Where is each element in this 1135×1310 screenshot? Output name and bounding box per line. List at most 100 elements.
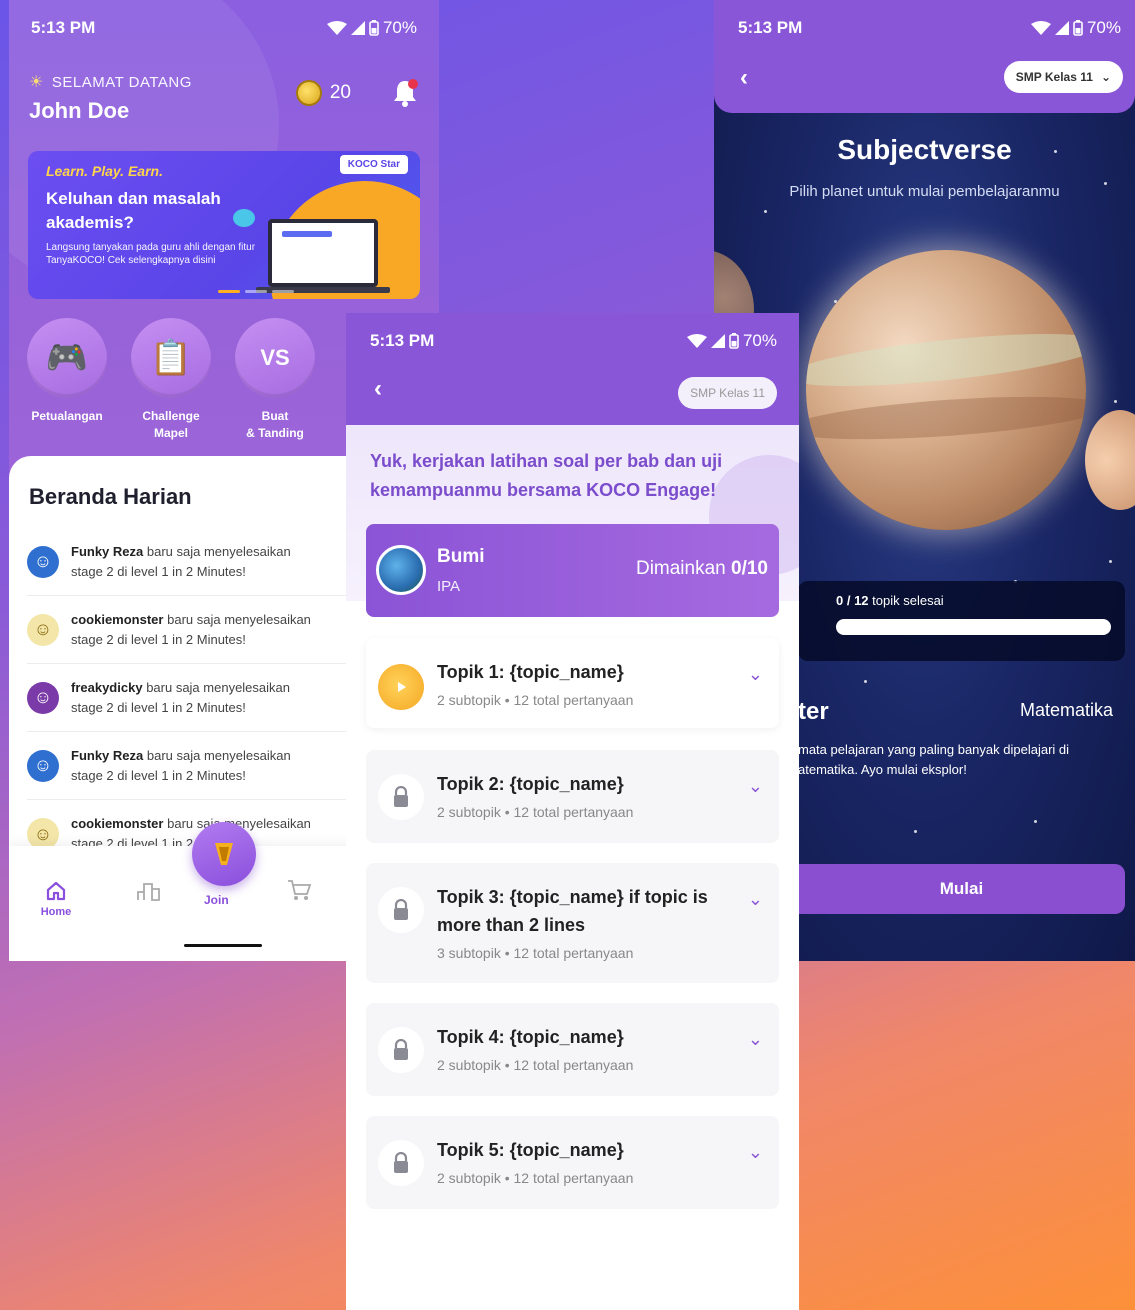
topic-card-1[interactable]: Topik 1: {topic_name} 2 subtopik • 12 to… xyxy=(366,638,779,728)
topic-meta: 2 subtopik • 12 total pertanyaan xyxy=(437,692,634,708)
progress-bar xyxy=(836,619,1111,635)
leaderboard-icon xyxy=(137,883,160,901)
wifi-icon xyxy=(686,334,707,348)
feature-menu: 🎮 Petualangan 📋 Challenge Mapel VS Buat … xyxy=(27,318,429,442)
back-button[interactable]: ‹ xyxy=(374,375,382,403)
list-item[interactable]: ☺ Funky Reza baru saja menyelesaikan stag… xyxy=(27,732,347,800)
koco-star-logo: KOCO Star xyxy=(339,155,408,174)
join-label: Join xyxy=(204,893,229,907)
chevron-down-icon[interactable]: ⌄ xyxy=(748,1029,763,1050)
topic-questions: 12 total pertanyaan xyxy=(513,804,634,820)
nav-leaderboard[interactable] xyxy=(119,880,179,902)
sun-icon: ☀ xyxy=(29,74,44,91)
battery-level: 70% xyxy=(742,331,777,350)
topic-questions: 12 total pertanyaan xyxy=(513,1057,634,1073)
status-time: 5:13 PM xyxy=(31,18,96,37)
signal-icon xyxy=(1054,21,1069,35)
avatar: ☺ xyxy=(27,681,59,714)
start-button-label: Mulai xyxy=(939,879,984,898)
laptop-illustration xyxy=(268,219,378,287)
planet-right[interactable] xyxy=(1085,410,1135,510)
topic-card-5[interactable]: Topik 5: {topic_name} 2 subtopik • 12 to… xyxy=(366,1116,779,1209)
back-button[interactable]: ‹ xyxy=(740,64,748,92)
menu-petualangan[interactable]: 🎮 Petualangan xyxy=(27,318,107,442)
battery-icon xyxy=(369,20,379,36)
subject-category: IPA xyxy=(437,578,461,595)
topic-questions: 12 total pertanyaan xyxy=(513,945,634,961)
feed-detail: stage 2 di level 1 in 2 Minutes! xyxy=(71,767,246,783)
topic-card-3[interactable]: Topik 3: {topic_name} if topic is more t… xyxy=(366,863,779,983)
lock-icon xyxy=(378,1027,424,1073)
list-item[interactable]: ☺ Funky Reza baru saja menyelesaikan stag… xyxy=(27,528,347,596)
menu-challenge-mapel[interactable]: 📋 Challenge Mapel xyxy=(131,318,211,442)
topic-title: Topik 2: {topic_name} xyxy=(437,774,624,794)
feed-user: freakydicky xyxy=(71,679,143,695)
topic-subtopics: 2 subtopik xyxy=(437,692,501,708)
coin-balance[interactable]: 20 xyxy=(295,80,351,106)
cart-icon xyxy=(288,880,312,900)
banner-tag: Learn. Play. Earn. xyxy=(46,163,163,179)
battery-icon xyxy=(729,333,739,349)
class-selector[interactable]: SMP Kelas 11 xyxy=(678,377,777,409)
feed-detail: stage 2 di level 1 in 2 Minutes! xyxy=(71,699,246,715)
played-label: Dimainkan xyxy=(635,558,726,579)
status-bar: 5:13 PM 70% xyxy=(31,18,417,38)
versus-icon: VS xyxy=(235,318,315,398)
gesture-bar xyxy=(184,944,262,947)
avatar: ☺ xyxy=(27,613,59,646)
feed-detail: stage 2 di level 1 in 2 Minutes! xyxy=(71,563,246,579)
topic-subtopics: 2 subtopik xyxy=(437,1057,501,1073)
played-value: 0/10 xyxy=(731,558,768,579)
list-item[interactable]: ☺ freakydicky baru saja menyelesaikan sta… xyxy=(27,664,347,732)
feed-user: Funky Reza xyxy=(71,747,144,763)
topic-card-4[interactable]: Topik 4: {topic_name} 2 subtopik • 12 to… xyxy=(366,1003,779,1096)
hero-text: Yuk, kerjakan latihan soal per bab dan u… xyxy=(370,451,723,500)
topic-subtopics: 3 subtopik xyxy=(437,945,501,961)
gamepad-icon: 🎮 xyxy=(27,318,107,398)
progress-text: 0 / 12 topik selesai xyxy=(836,593,944,608)
nav-home-label: Home xyxy=(40,906,72,918)
feed-action: baru saja menyelesaikan xyxy=(146,679,290,695)
list-item[interactable]: ☺ cookiemonster baru saja menyelesaikan s… xyxy=(27,596,347,664)
planet-description: mata pelajaran yang paling banyak dipela… xyxy=(798,742,1070,777)
topic-questions: 12 total pertanyaan xyxy=(513,1170,634,1186)
join-icon xyxy=(215,843,233,865)
planet-selected[interactable] xyxy=(806,250,1086,530)
played-count: Dimainkan 0/10 xyxy=(636,558,768,580)
topic-card-2[interactable]: Topik 2: {topic_name} 2 subtopik • 12 to… xyxy=(366,750,779,843)
subject-name: Matematika xyxy=(1019,700,1113,720)
class-selector[interactable]: SMP Kelas 11 ⌄ xyxy=(1003,61,1123,93)
chevron-down-icon[interactable]: ⌄ xyxy=(748,664,763,685)
daily-feed-title: Beranda Harian xyxy=(29,484,192,509)
menu-buat-tanding[interactable]: VS Buat & Tanding xyxy=(235,318,315,442)
nav-home[interactable]: Home xyxy=(26,880,86,918)
feed-user: cookiemonster xyxy=(71,611,164,627)
start-button[interactable]: Mulai xyxy=(798,864,1125,914)
class-selector-label: SMP Kelas 11 xyxy=(690,386,765,400)
topics-screen: 5:13 PM 70% ‹ SMP Kelas 11 Yuk, kerjakan… xyxy=(346,313,799,1310)
earth-icon xyxy=(376,545,426,595)
notification-bell-icon[interactable] xyxy=(391,78,419,108)
topic-subtopics: 2 subtopik xyxy=(437,1170,501,1186)
page-title: Subjectverse xyxy=(837,134,1012,165)
menu-label: Petualangan xyxy=(31,409,103,423)
status-time: 5:13 PM xyxy=(370,331,435,350)
lock-icon xyxy=(378,1140,424,1186)
feed-action: baru saja menyelesaikan xyxy=(146,747,291,763)
chevron-down-icon[interactable]: ⌄ xyxy=(748,1142,763,1163)
banner-body: Langsung tanyakan pada guru ahli dengan … xyxy=(46,242,256,266)
chevron-down-icon[interactable]: ⌄ xyxy=(748,889,763,910)
header-bar xyxy=(714,0,1135,113)
promo-banner[interactable]: Learn. Play. Earn. Keluhan dan masalah a… xyxy=(28,151,420,299)
planet-name: ter xyxy=(798,698,829,725)
chevron-down-icon[interactable]: ⌄ xyxy=(748,776,763,797)
activity-feed: ☺ Funky Reza baru saja menyelesaikan stag… xyxy=(27,528,347,868)
status-time: 5:13 PM xyxy=(738,18,803,37)
nav-shop[interactable] xyxy=(269,878,329,902)
join-button[interactable] xyxy=(192,822,256,886)
signal-icon xyxy=(710,334,725,348)
coin-icon xyxy=(295,80,322,106)
feed-action: baru saja menyelesaikan xyxy=(146,543,291,559)
chat-bubble-icon xyxy=(233,209,255,227)
menu-label: Challenge Mapel xyxy=(142,409,200,440)
